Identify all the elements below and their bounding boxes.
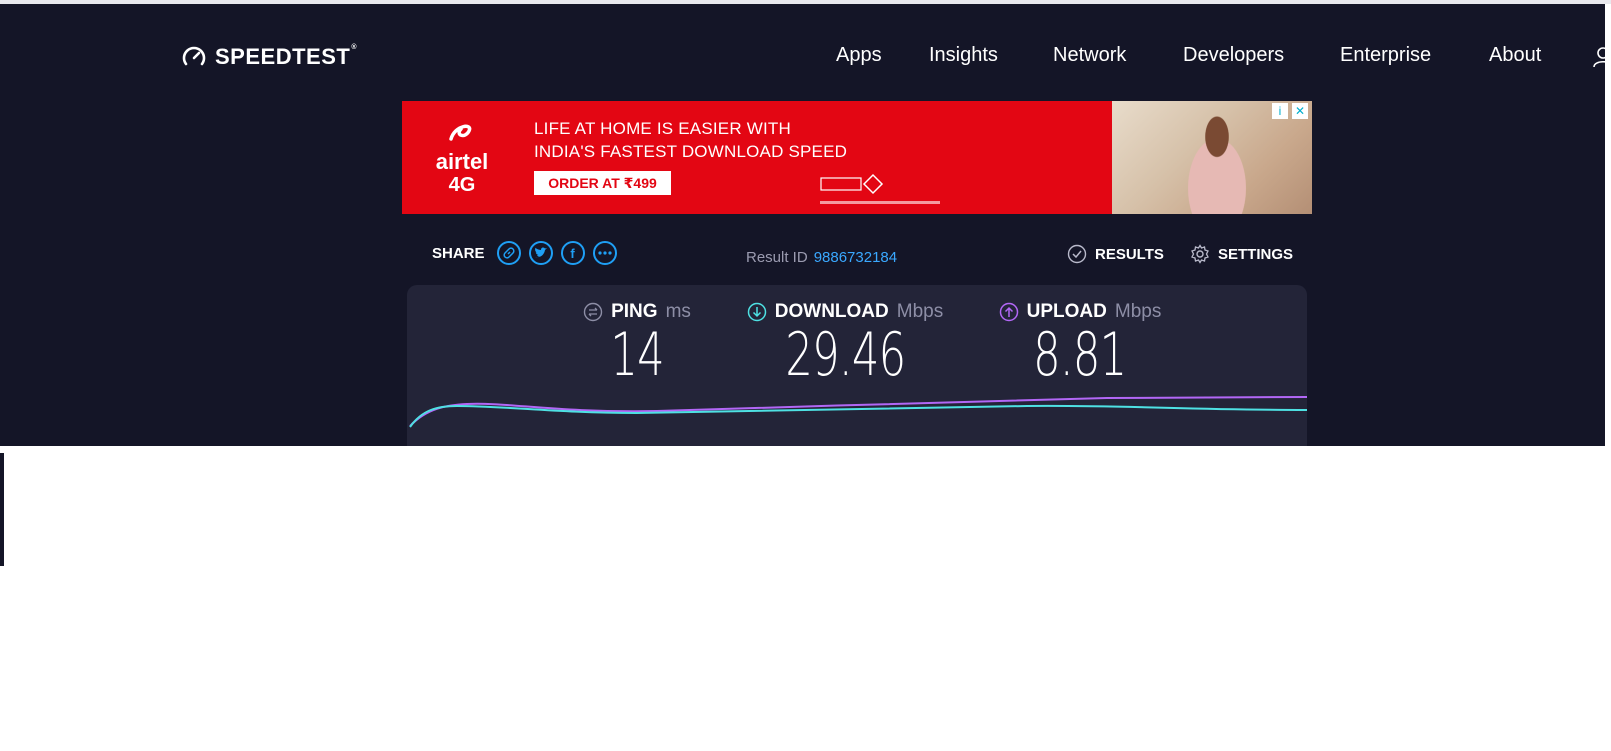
upload-value: 8.81 — [1033, 320, 1127, 390]
facebook-icon[interactable]: f — [560, 241, 585, 265]
download-metric: DOWNLOAD Mbps 29.46 — [730, 301, 960, 387]
airtel-swirl-icon — [449, 124, 472, 141]
share-bar: SHARE f — [432, 241, 617, 265]
user-icon[interactable] — [1591, 45, 1605, 69]
results-card: PING ms 14 DOWNLOAD Mbps 29.46 UPLOAD Mb… — [407, 285, 1307, 446]
ad-controls: i ✕ — [1272, 103, 1308, 119]
more-icon[interactable] — [592, 241, 617, 265]
speedtest-logo[interactable]: SPEEDTEST® — [181, 44, 357, 70]
airtel-brand-text: airtel — [435, 149, 489, 174]
ping-value: 14 — [610, 320, 664, 390]
ad-headline-2: INDIA'S FASTEST DOWNLOAD SPEED — [534, 142, 848, 161]
results-label: RESULTS — [1095, 245, 1164, 263]
ad-close-icon[interactable]: ✕ — [1292, 103, 1308, 119]
check-circle-icon — [1067, 244, 1087, 264]
result-id-link[interactable]: 9886732184 — [814, 249, 897, 266]
ad-info-icon[interactable]: i — [1272, 103, 1288, 119]
ad-order-button[interactable]: ORDER AT ₹499 — [534, 171, 671, 195]
logo-text: SPEEDTEST® — [215, 44, 357, 69]
gear-icon — [1191, 244, 1209, 264]
upload-metric: UPLOAD Mbps 8.81 — [980, 301, 1180, 387]
nav-enterprise[interactable]: Enterprise — [1340, 44, 1431, 67]
link-icon[interactable] — [496, 241, 521, 265]
settings-label: SETTINGS — [1218, 245, 1294, 263]
ping-unit: ms — [665, 301, 691, 322]
upload-speed-line — [409, 396, 1307, 427]
ping-icon — [583, 302, 603, 322]
share-label: SHARE — [432, 244, 485, 262]
left-edge-bar — [0, 453, 4, 566]
results-button[interactable]: RESULTS — [1067, 244, 1164, 264]
speed-graph — [409, 396, 1307, 428]
download-speed-line — [409, 404, 1307, 428]
upload-arrow-icon — [999, 302, 1018, 322]
ping-metric: PING ms 14 — [573, 301, 701, 387]
result-id-label: Result ID — [746, 249, 808, 266]
ad-person-image — [1172, 111, 1262, 214]
nav-insights[interactable]: Insights — [929, 44, 998, 67]
speedtest-page: SPEEDTEST® Apps Insights Network Develop… — [0, 4, 1605, 446]
nav-network[interactable]: Network — [1053, 44, 1126, 67]
nav-apps[interactable]: Apps — [836, 44, 882, 67]
airtel-4g-text: 4G — [448, 174, 476, 196]
ad-headline-1: LIFE AT HOME IS EASIER WITH — [534, 119, 791, 138]
ad-fine-print — [820, 201, 940, 204]
speedometer-icon — [182, 46, 206, 66]
settings-button[interactable]: SETTINGS — [1190, 244, 1293, 264]
airtel-ad-banner[interactable]: airtel 4G LIFE AT HOME IS EASIER WITH IN… — [402, 101, 1312, 214]
ad-badge-icon — [820, 173, 884, 195]
nav-developers[interactable]: Developers — [1183, 44, 1284, 67]
result-id: Result ID 9886732184 — [746, 249, 897, 266]
airtel-logo: airtel 4G — [432, 121, 492, 196]
twitter-icon[interactable] — [528, 241, 553, 265]
download-value: 29.46 — [784, 320, 906, 390]
download-arrow-icon — [747, 302, 767, 322]
nav-about[interactable]: About — [1489, 44, 1541, 67]
